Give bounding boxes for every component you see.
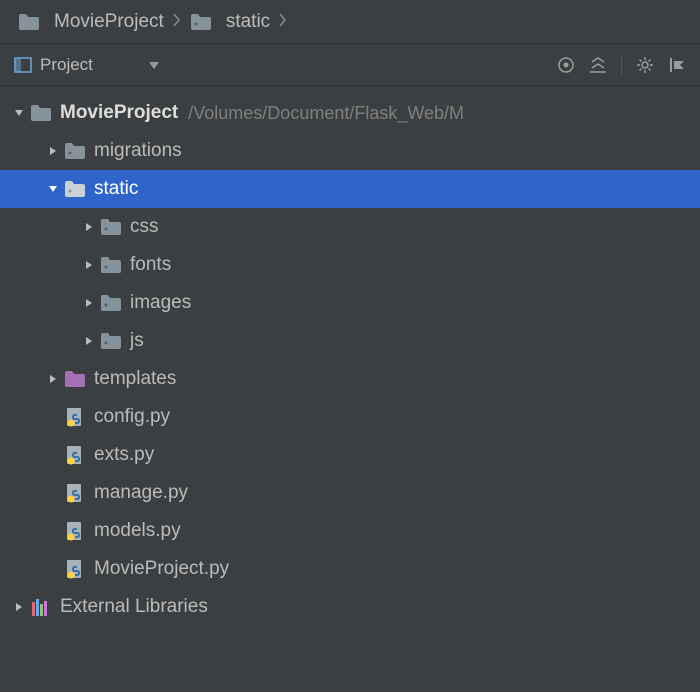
hide-icon[interactable]	[668, 56, 686, 74]
tree-label: js	[130, 330, 144, 352]
expand-arrow-icon[interactable]	[78, 259, 100, 271]
pkg-folder-icon	[100, 330, 122, 352]
python-file-icon	[64, 444, 86, 466]
tree-item-js[interactable]: js	[0, 322, 700, 360]
python-file-icon	[64, 482, 86, 504]
chevron-right-icon	[172, 11, 182, 32]
breadcrumb-item-root[interactable]: MovieProject	[12, 11, 170, 33]
scroll-from-source-icon[interactable]	[557, 56, 575, 74]
expand-arrow-icon[interactable]	[78, 297, 100, 309]
expand-arrow-icon[interactable]	[78, 335, 100, 347]
tree-item-fonts[interactable]: fonts	[0, 246, 700, 284]
tree-item-exts-py[interactable]: exts.py	[0, 436, 700, 474]
expand-arrow-icon[interactable]	[8, 107, 30, 119]
pkg-folder-icon	[100, 254, 122, 276]
expand-arrow-icon[interactable]	[42, 373, 64, 385]
breadcrumb-label: static	[226, 11, 270, 33]
toolbar-separator	[621, 55, 622, 75]
tree-item-manage-py[interactable]: manage.py	[0, 474, 700, 512]
view-label: Project	[40, 55, 93, 75]
pkg-folder-icon	[100, 292, 122, 314]
tree-item-config-py[interactable]: config.py	[0, 398, 700, 436]
tree-item-css[interactable]: css	[0, 208, 700, 246]
collapse-all-icon[interactable]	[589, 56, 607, 74]
pkg-folder-icon	[190, 11, 212, 33]
tree-label: images	[130, 292, 191, 314]
expand-arrow-icon[interactable]	[42, 183, 64, 195]
project-view-icon	[14, 56, 32, 74]
toolbar: Project	[0, 44, 700, 86]
tree-root[interactable]: MovieProject /Volumes/Document/Flask_Web…	[0, 94, 700, 132]
tree-item-static[interactable]: static	[0, 170, 700, 208]
breadcrumb-item-static[interactable]: static	[184, 11, 276, 33]
tree-item-models-py[interactable]: models.py	[0, 512, 700, 550]
tree-item-templates[interactable]: templates	[0, 360, 700, 398]
tree-label: templates	[94, 368, 176, 390]
python-file-icon	[64, 406, 86, 428]
breadcrumb: MovieProject static	[0, 0, 700, 44]
libraries-icon	[30, 596, 52, 618]
tree-label: MovieProject.py	[94, 558, 229, 580]
expand-arrow-icon[interactable]	[78, 221, 100, 233]
tree-label: static	[94, 178, 138, 200]
tree-label: css	[130, 216, 159, 238]
project-tree: MovieProject /Volumes/Document/Flask_Web…	[0, 86, 700, 626]
gear-icon[interactable]	[636, 56, 654, 74]
tree-label: manage.py	[94, 482, 188, 504]
python-file-icon	[64, 520, 86, 542]
tree-label: migrations	[94, 140, 182, 162]
pkg-folder-icon	[64, 140, 86, 162]
tree-path: /Volumes/Document/Flask_Web/M	[188, 103, 464, 124]
tree-item-migrations[interactable]: migrations	[0, 132, 700, 170]
tree-item-images[interactable]: images	[0, 284, 700, 322]
chevron-down-icon	[149, 54, 159, 75]
pkg-folder-icon	[64, 178, 86, 200]
tree-label: External Libraries	[60, 596, 208, 618]
tree-label: config.py	[94, 406, 170, 428]
view-dropdown[interactable]: Project	[14, 54, 159, 75]
tree-external-libraries[interactable]: External Libraries	[0, 588, 700, 626]
folder-icon	[30, 102, 52, 124]
python-file-icon	[64, 558, 86, 580]
breadcrumb-label: MovieProject	[54, 11, 164, 33]
tree-label: MovieProject	[60, 102, 178, 124]
expand-arrow-icon[interactable]	[8, 601, 30, 613]
tree-label: models.py	[94, 520, 181, 542]
chevron-right-icon	[278, 11, 288, 32]
tree-item-movieproject-py[interactable]: MovieProject.py	[0, 550, 700, 588]
purple-folder-icon	[64, 368, 86, 390]
expand-arrow-icon[interactable]	[42, 145, 64, 157]
tree-label: fonts	[130, 254, 171, 276]
folder-icon	[18, 11, 40, 33]
tree-label: exts.py	[94, 444, 154, 466]
pkg-folder-icon	[100, 216, 122, 238]
